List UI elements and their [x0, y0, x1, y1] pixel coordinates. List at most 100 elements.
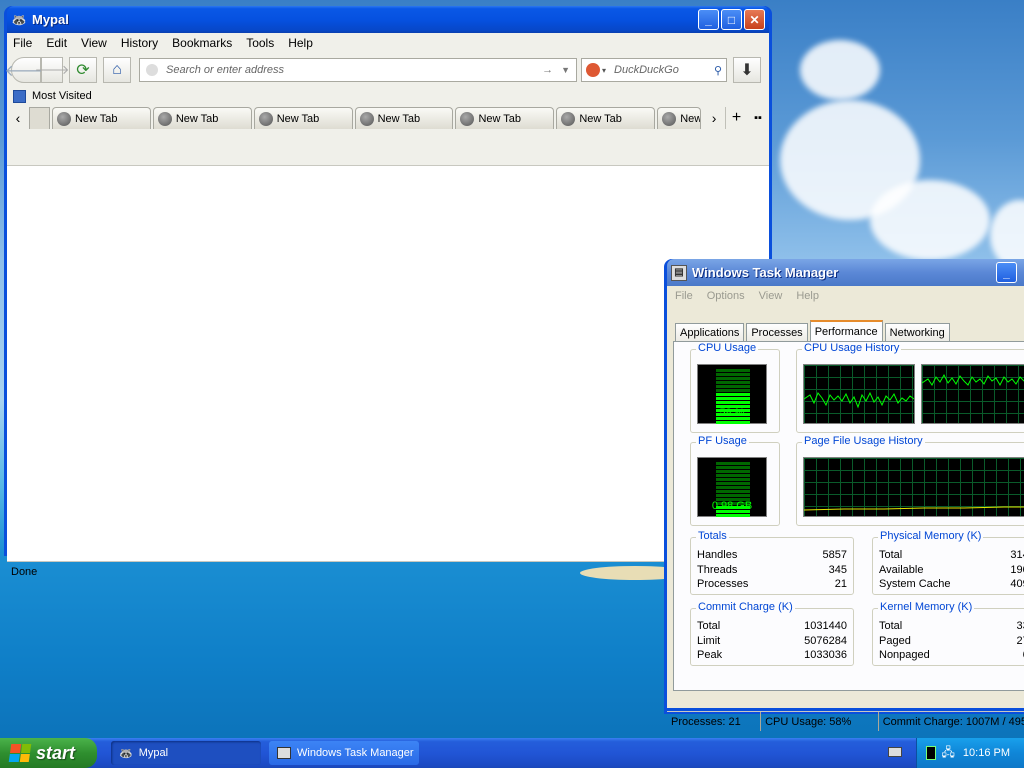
stat-row: Total3350 — [879, 620, 1024, 632]
new-tab-button[interactable]: + — [725, 107, 747, 129]
dropdown-arrow-icon[interactable]: ▼ — [561, 65, 570, 75]
close-button[interactable]: ✕ — [744, 9, 765, 30]
keyboard-icon[interactable] — [888, 747, 902, 757]
menu-history[interactable]: History — [121, 36, 158, 50]
task-manager-window[interactable]: ▤ Windows Task Manager _ File Options Vi… — [664, 259, 1024, 731]
tab-new-tab[interactable]: New Tab — [253, 107, 353, 129]
stat-row: Nonpaged630 — [879, 649, 1024, 661]
minimize-button[interactable]: _ — [698, 9, 719, 30]
meter-segment — [716, 381, 750, 384]
tab-new-tab[interactable]: New Tab — [354, 107, 454, 129]
scroll-tabs-right-button[interactable]: › — [703, 107, 725, 129]
status-processes: Processes: 21 — [667, 712, 762, 731]
tab-new-tab[interactable]: New Tab — [51, 107, 151, 129]
meter-segment — [716, 393, 750, 396]
cpu-usage-label: CPU Usage — [696, 342, 759, 354]
forward-button[interactable]: 🡒 — [35, 57, 69, 83]
task-manager-taskbar-icon — [277, 747, 291, 759]
task-manager-menubar: File Options View Help — [667, 286, 1024, 306]
menu-edit[interactable]: Edit — [46, 36, 67, 50]
stat-row: Limit 5076284 — [697, 635, 847, 647]
mypal-titlebar[interactable]: 🦝 Mypal _ □ ✕ — [7, 6, 769, 33]
minimize-button[interactable]: _ — [996, 262, 1017, 283]
duckduckgo-icon[interactable] — [586, 63, 600, 77]
stat-row: Handles 5857 — [697, 549, 847, 561]
go-arrow-icon[interactable]: → — [542, 64, 553, 76]
tab-new-tab[interactable]: New Tab — [556, 107, 656, 129]
taskbar-item-task-manager[interactable]: Windows Task Manager — [269, 741, 419, 765]
pf-usage-label: PF Usage — [696, 435, 749, 447]
network-tray-icon[interactable]: 🖧 — [942, 743, 955, 764]
downloads-button[interactable]: ⬇ — [733, 57, 761, 83]
meter-segment — [716, 401, 750, 404]
pf-history-line — [804, 506, 1024, 511]
meter-segment — [716, 470, 750, 473]
mypal-menubar: File Edit View History Bookmarks Tools H… — [7, 33, 769, 53]
globe-icon — [561, 111, 576, 126]
menu-file[interactable]: File — [13, 36, 32, 50]
tab-networking[interactable]: Networking — [884, 323, 950, 341]
reload-button[interactable]: ⟳ — [69, 57, 97, 83]
task-manager-titlebar[interactable]: ▤ Windows Task Manager _ — [667, 259, 1024, 286]
cpu-usage-group: CPU Usage 58 % — [690, 342, 780, 433]
tab-new-tab-partial[interactable]: New — [657, 107, 702, 129]
search-engine-chevron-icon[interactable]: ▾ — [602, 66, 606, 75]
globe-icon — [662, 111, 677, 126]
stat-row: Peak 1033036 — [697, 649, 847, 661]
search-icon[interactable]: ⚲ — [714, 64, 722, 77]
tab-processes[interactable]: Processes — [746, 323, 808, 341]
taskbar-item-mypal[interactable]: 🦝 Mypal — [111, 741, 261, 765]
tab-new-tab[interactable]: New Tab — [455, 107, 555, 129]
tab-performance[interactable]: Performance — [809, 320, 883, 341]
menu-help[interactable]: Help — [288, 36, 313, 50]
tab-new-tab[interactable]: New Tab — [152, 107, 252, 129]
stat-row: Available19082 — [879, 564, 1024, 576]
clock[interactable]: 10:16 PM — [963, 747, 1010, 759]
pf-usage-meter: 0.98 GB — [697, 457, 767, 517]
home-button[interactable]: ⌂ — [103, 57, 131, 83]
tm-menu-options[interactable]: Options — [707, 290, 745, 302]
tab-strip: ‹ New Tab New Tab New Tab New Tab New Ta… — [7, 105, 769, 129]
tm-menu-file[interactable]: File — [675, 290, 693, 302]
kernel-memory-group: Kernel Memory (K) Total3350 Paged2720 No… — [872, 601, 1024, 666]
pf-usage-value: 0.98 GB — [711, 500, 753, 512]
stat-row: Total 1031440 — [697, 620, 847, 632]
pf-history-label: Page File Usage History — [802, 435, 925, 447]
meter-segment — [716, 389, 750, 392]
start-button[interactable]: start — [0, 738, 97, 768]
search-bar[interactable]: ▾ DuckDuckGo ⚲ — [581, 58, 727, 82]
tm-menu-view[interactable]: View — [759, 290, 783, 302]
pf-history-group: Page File Usage History — [796, 435, 1024, 526]
most-visited-bookmark[interactable]: Most Visited — [32, 90, 92, 102]
search-placeholder: DuckDuckGo — [614, 64, 679, 76]
totals-label: Totals — [696, 530, 729, 542]
commit-charge-label: Commit Charge (K) — [696, 601, 795, 613]
scroll-tabs-left-button[interactable]: ‹ — [7, 107, 29, 129]
menu-bookmarks[interactable]: Bookmarks — [172, 36, 232, 50]
tab-applications[interactable]: Applications — [675, 323, 745, 341]
maximize-button[interactable]: □ — [721, 9, 742, 30]
meter-segment — [716, 490, 750, 493]
meter-segment — [716, 421, 750, 424]
menu-view[interactable]: View — [81, 36, 107, 50]
stat-row: Threads 345 — [697, 564, 847, 576]
tm-menu-help[interactable]: Help — [796, 290, 819, 302]
mypal-window[interactable]: 🦝 Mypal _ □ ✕ File Edit View History Boo… — [4, 6, 772, 579]
globe-icon — [56, 111, 71, 126]
pf-history-graph — [803, 457, 1024, 517]
stat-row: Paged2720 — [879, 635, 1024, 647]
meter-segment — [716, 377, 750, 380]
menu-tools[interactable]: Tools — [246, 36, 274, 50]
navigation-toolbar: 🡐 🡒 ⟳ ⌂ Search or enter address → ▼ ▾ Du… — [5, 53, 769, 87]
kernel-memory-label: Kernel Memory (K) — [878, 601, 975, 613]
page-content[interactable] — [7, 165, 769, 561]
meter-segment — [716, 397, 750, 400]
cpu-history-label: CPU Usage History — [802, 342, 902, 354]
meter-segment — [716, 385, 750, 388]
cpu-meter-tray-icon[interactable] — [925, 746, 936, 760]
stat-row: System Cache40928 — [879, 578, 1024, 590]
meter-segment — [716, 486, 750, 489]
all-tabs-button[interactable]: ▪▪ — [747, 107, 769, 129]
meter-segment — [716, 514, 750, 517]
address-bar[interactable]: Search or enter address → ▼ — [139, 58, 577, 82]
